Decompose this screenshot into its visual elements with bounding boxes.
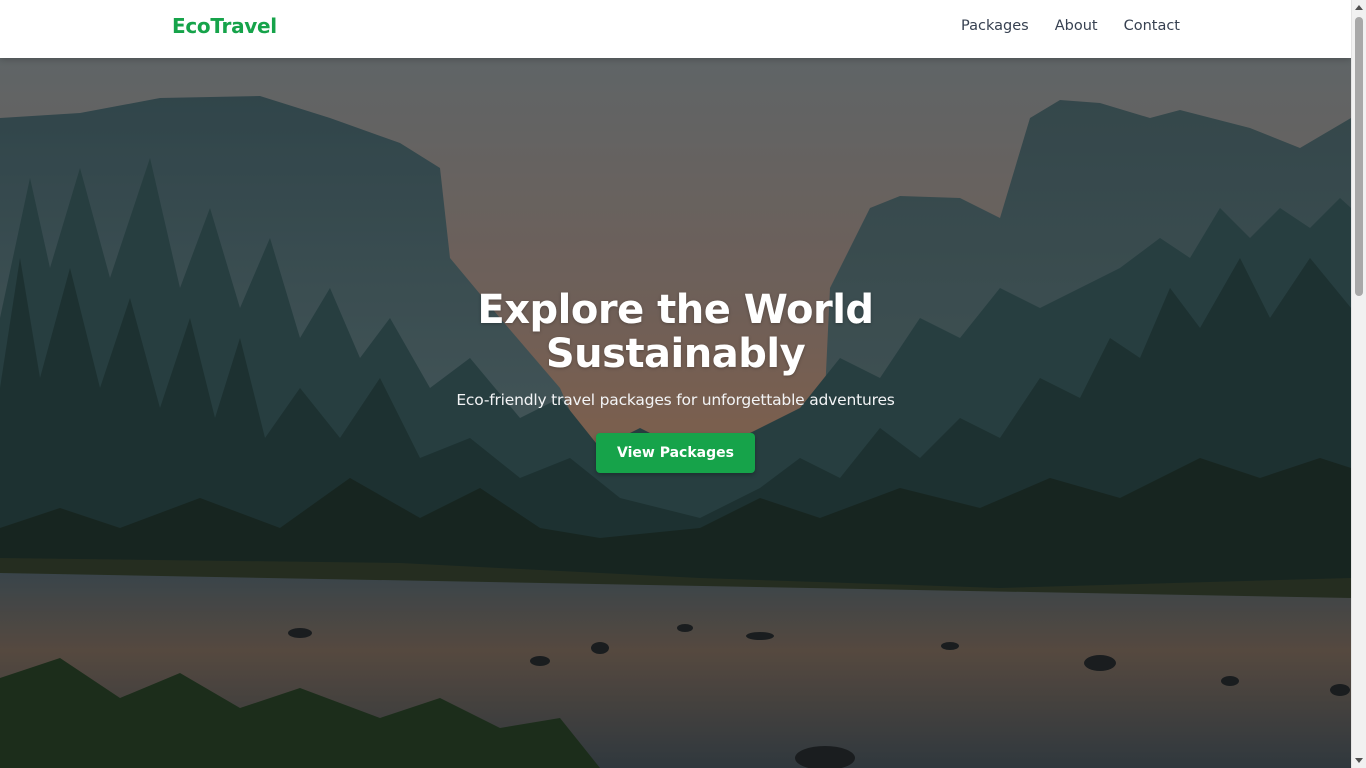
hero-title: Explore the World Sustainably [477,287,874,377]
hero-subtitle: Eco-friendly travel packages for unforge… [456,391,895,409]
view-packages-button[interactable]: View Packages [596,433,755,473]
hero-content: Explore the World Sustainably Eco-friend… [0,288,1351,473]
scroll-up-arrow-icon[interactable] [1355,5,1363,10]
nav-link-packages[interactable]: Packages [961,18,1029,34]
page: EcoTravel Packages About Contact Explore… [0,0,1351,768]
scroll-down-arrow-icon[interactable] [1355,758,1363,763]
main-nav: Packages About Contact [961,18,1180,34]
hero-section: Explore the World Sustainably Eco-friend… [0,58,1351,768]
nav-link-contact[interactable]: Contact [1124,18,1180,34]
nav-link-about[interactable]: About [1055,18,1098,34]
site-header: EcoTravel Packages About Contact [0,0,1351,58]
vertical-scrollbar[interactable] [1351,0,1366,768]
scrollbar-thumb[interactable] [1355,17,1363,296]
site-logo[interactable]: EcoTravel [172,14,277,38]
